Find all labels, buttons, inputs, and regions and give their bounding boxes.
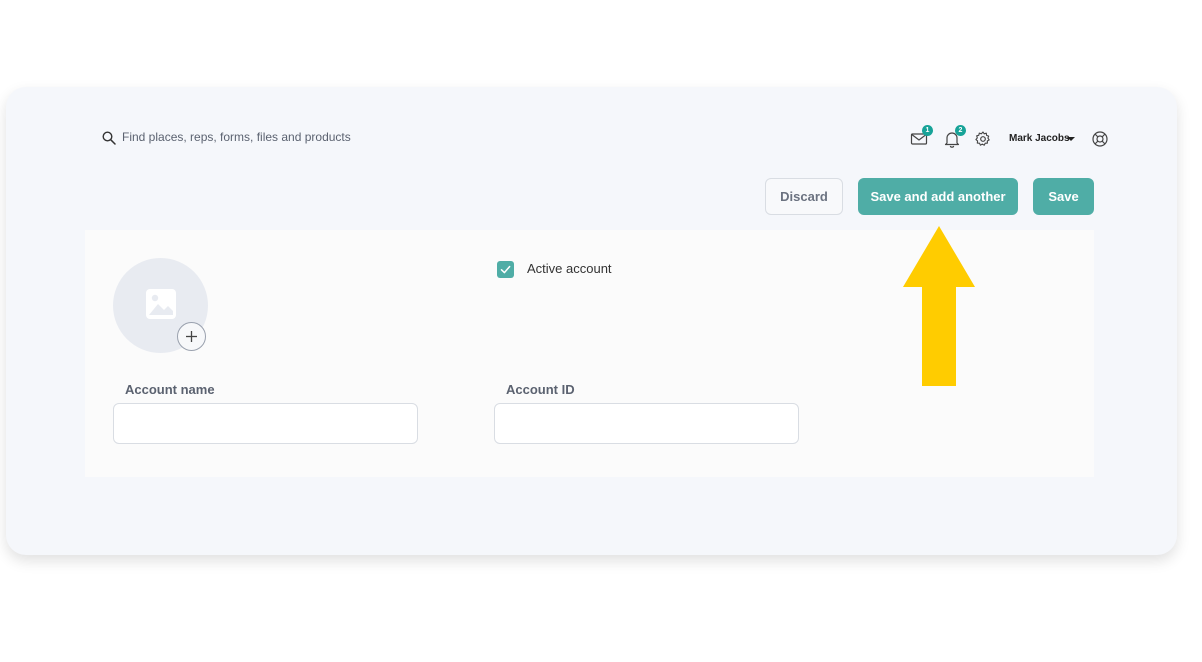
account-name-input[interactable] (113, 403, 418, 444)
mail-badge: 1 (922, 125, 933, 136)
app-window: Find places, reps, forms, files and prod… (6, 87, 1177, 555)
notifications-badge: 2 (955, 125, 966, 136)
add-photo-button[interactable] (177, 322, 206, 351)
notifications-button[interactable]: 2 (943, 125, 966, 148)
search-input[interactable]: Find places, reps, forms, files and prod… (122, 130, 351, 144)
active-account-label: Active account (527, 261, 612, 276)
mail-button[interactable]: 1 (910, 125, 933, 148)
gear-icon (975, 131, 990, 146)
save-and-add-another-button[interactable]: Save and add another (858, 178, 1018, 215)
avatar-placeholder[interactable] (113, 258, 208, 353)
annotation-arrow-icon (903, 226, 975, 386)
account-id-input[interactable] (494, 403, 799, 444)
help-button[interactable] (1091, 130, 1109, 148)
settings-button[interactable] (974, 130, 992, 148)
active-account-checkbox[interactable] (497, 261, 514, 278)
check-icon (500, 265, 511, 274)
image-icon (146, 289, 176, 319)
account-id-label: Account ID (506, 382, 575, 397)
discard-button[interactable]: Discard (765, 178, 843, 215)
account-name-label: Account name (125, 382, 215, 397)
save-button[interactable]: Save (1033, 178, 1094, 215)
chevron-down-icon[interactable] (1067, 137, 1075, 141)
user-menu[interactable]: Mark Jacobs (1009, 133, 1070, 144)
search-icon[interactable] (102, 131, 116, 145)
lifebuoy-icon (1092, 131, 1108, 147)
plus-icon (186, 331, 197, 342)
